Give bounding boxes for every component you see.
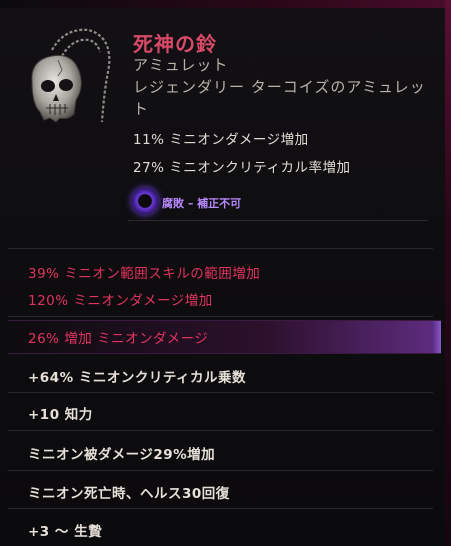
affix-5: +10 知力: [28, 407, 93, 423]
implicit-line-2: 27% ミニオンクリティカル率増加: [133, 160, 351, 176]
affix-divider: [8, 508, 433, 509]
affix-2: 120% ミニオンダメージ増加: [28, 293, 213, 309]
affix-8: +3 〜 生贄: [28, 524, 103, 540]
corruption-badge: 腐敗 – 補正不可: [128, 186, 428, 221]
item-rarity-line: レジェンダリー ターコイズのアミュレット: [133, 78, 426, 118]
affix-divider: [8, 392, 433, 393]
section-divider: [8, 248, 433, 249]
affix-1: 39% ミニオン範囲スキルの範囲増加: [28, 266, 261, 282]
item-type-block: アミュレット レジェンダリー ターコイズのアミュレット: [133, 54, 433, 120]
tooltip-right-border: [445, 0, 451, 546]
affix-3: 26% 増加 ミニオンダメージ: [28, 331, 209, 347]
item-name: 死神の鈴: [133, 32, 217, 56]
affix-4: +64% ミニオンクリティカル乗数: [28, 370, 247, 386]
corruption-gem-icon: [132, 188, 158, 214]
affix-6: ミニオン被ダメージ29%増加: [28, 447, 216, 463]
item-type: アミュレット: [133, 56, 229, 74]
corruption-label: 腐敗 – 補正不可: [162, 197, 242, 210]
highlight-edge: [433, 321, 441, 353]
affix-divider: [8, 430, 433, 431]
skull-amulet-icon: [31, 28, 111, 123]
affix-7: ミニオン死亡時、ヘルス30回復: [28, 486, 230, 502]
affix-divider: [8, 316, 433, 317]
tooltip-top-border: [0, 0, 451, 8]
affix-divider: [8, 470, 433, 471]
implicit-line-1: 11% ミニオンダメージ増加: [133, 132, 309, 148]
